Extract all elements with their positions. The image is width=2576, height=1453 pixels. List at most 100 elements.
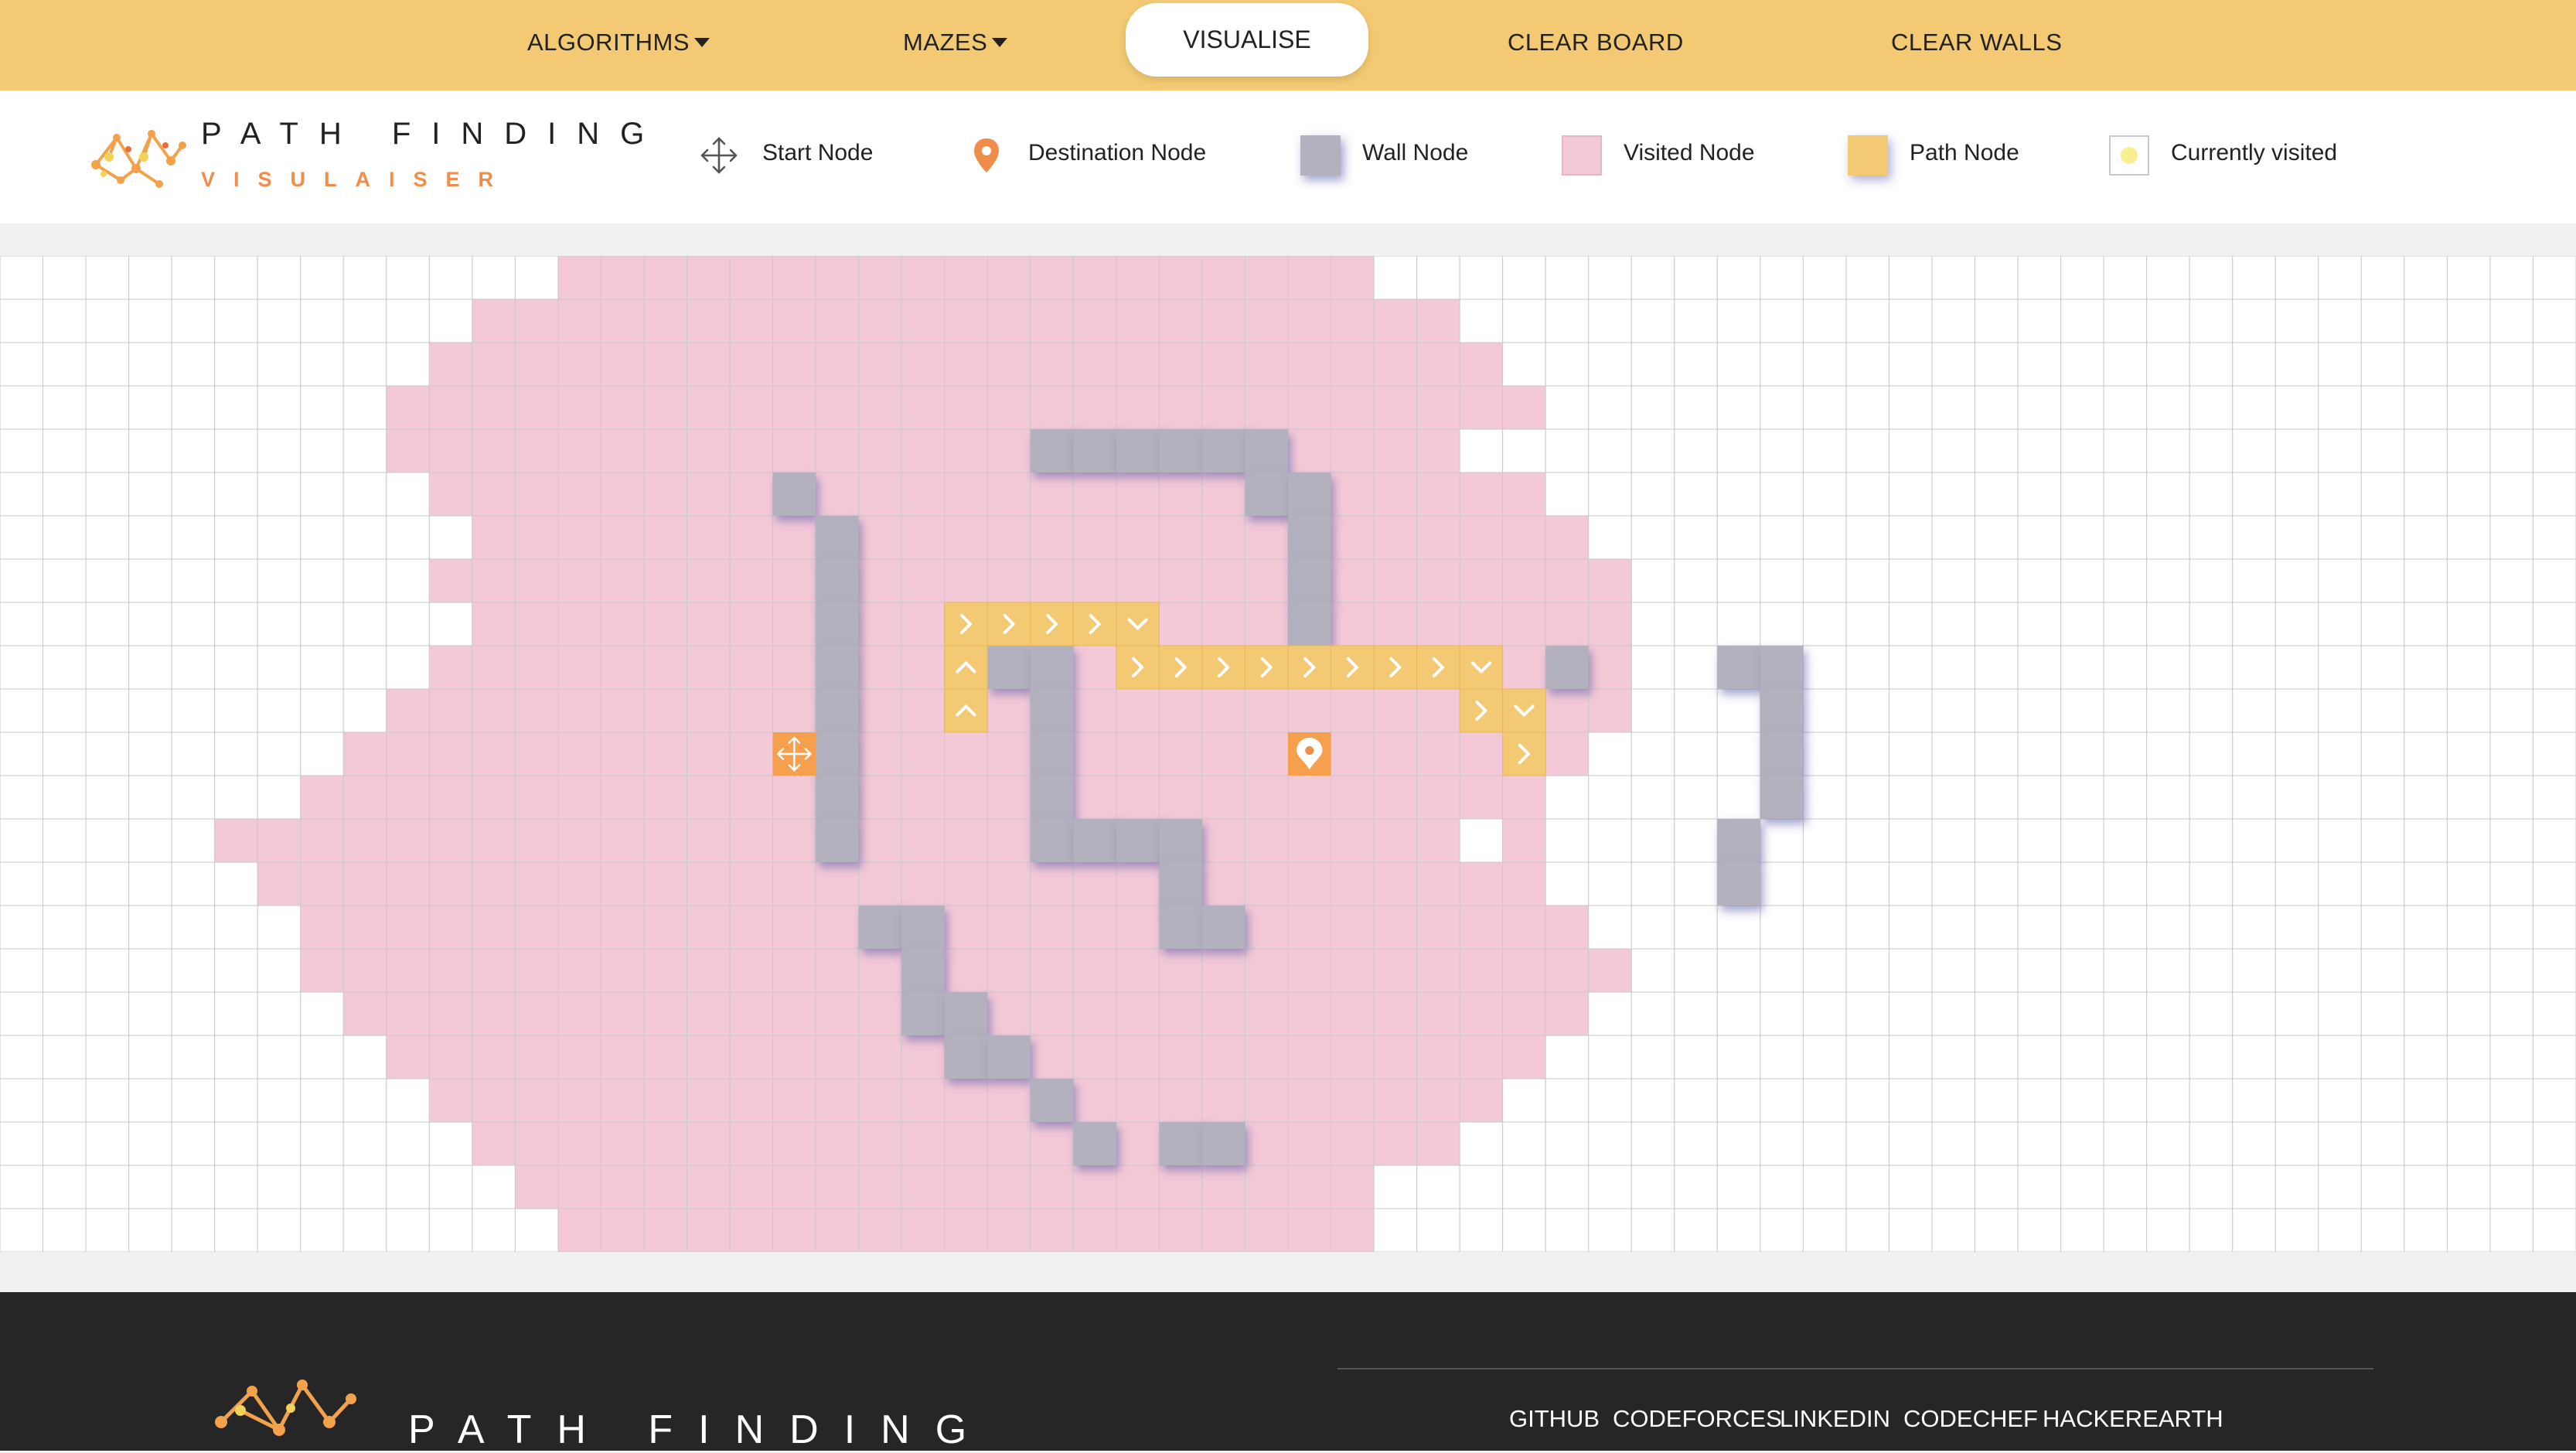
visited-cell[interactable] (944, 861, 988, 906)
path-cell[interactable] (1030, 602, 1074, 646)
visited-cell[interactable] (815, 1035, 860, 1080)
grid-cell[interactable] (1845, 645, 1889, 690)
grid-cell[interactable] (2060, 775, 2104, 820)
visited-cell[interactable] (901, 342, 946, 387)
visited-cell[interactable] (687, 472, 731, 517)
grid-cell[interactable] (1975, 298, 2019, 343)
visited-cell[interactable] (901, 1165, 946, 1209)
grid-cell[interactable] (2318, 1165, 2362, 1209)
grid-cell[interactable] (128, 732, 172, 776)
grid-cell[interactable] (2318, 991, 2362, 1036)
grid-cell[interactable] (2532, 732, 2576, 776)
wall-cell[interactable] (1030, 1079, 1074, 1122)
wall-cell[interactable] (987, 1035, 1031, 1079)
grid-cell[interactable] (2017, 1078, 2062, 1123)
grid-cell[interactable] (257, 472, 302, 517)
grid-cell[interactable] (1716, 256, 1761, 300)
visited-cell[interactable] (858, 688, 902, 733)
visited-cell[interactable] (1201, 1165, 1245, 1209)
visited-cell[interactable] (472, 818, 516, 863)
visited-cell[interactable] (514, 558, 559, 603)
visited-cell[interactable] (600, 385, 645, 430)
visited-cell[interactable] (514, 688, 559, 733)
grid-cell[interactable] (1716, 385, 1761, 430)
visited-cell[interactable] (1116, 472, 1160, 517)
visited-cell[interactable] (257, 861, 302, 906)
grid-cell[interactable] (2232, 342, 2276, 387)
visited-cell[interactable] (643, 1165, 688, 1209)
grid-cell[interactable] (2360, 775, 2405, 820)
grid-cell[interactable] (2103, 1121, 2148, 1166)
visited-cell[interactable] (1545, 515, 1590, 560)
grid-cell[interactable] (2404, 1208, 2448, 1252)
grid-cell[interactable] (1588, 472, 1632, 517)
visited-cell[interactable] (1373, 688, 1418, 733)
grid-cell[interactable] (2103, 558, 2148, 603)
grid-cell[interactable] (171, 1165, 216, 1209)
grid-cell[interactable] (2274, 342, 2319, 387)
grid-cell[interactable] (2532, 428, 2576, 473)
visited-cell[interactable] (1331, 602, 1375, 646)
grid-cell[interactable] (1545, 775, 1590, 820)
grid-cell[interactable] (1502, 1078, 1546, 1123)
visited-cell[interactable] (986, 732, 1031, 776)
visited-cell[interactable] (1072, 1165, 1117, 1209)
visited-cell[interactable] (1502, 948, 1546, 993)
grid-cell[interactable] (1760, 602, 1804, 646)
grid-cell[interactable] (214, 256, 258, 300)
visited-cell[interactable] (1072, 515, 1117, 560)
path-cell[interactable] (944, 645, 988, 690)
grid-cell[interactable] (2318, 818, 2362, 863)
grid-cell[interactable] (1674, 775, 1718, 820)
visited-cell[interactable] (687, 558, 731, 603)
grid-cell[interactable] (1674, 1078, 1718, 1123)
visited-cell[interactable] (300, 775, 344, 820)
grid-cell[interactable] (1802, 1121, 1847, 1166)
grid-cell[interactable] (1845, 342, 1889, 387)
visited-cell[interactable] (600, 948, 645, 993)
grid-cell[interactable] (2318, 472, 2362, 517)
grid-cell[interactable] (43, 1208, 87, 1252)
grid-cell[interactable] (1630, 991, 1675, 1036)
grid-cell[interactable] (1802, 1208, 1847, 1252)
grid-cell[interactable] (2146, 1078, 2190, 1123)
grid-cell[interactable] (2017, 818, 2062, 863)
grid-cell[interactable] (1845, 515, 1889, 560)
visited-cell[interactable] (1158, 558, 1203, 603)
grid-cell[interactable] (2489, 515, 2533, 560)
grid-cell[interactable] (2017, 1208, 2062, 1252)
visited-cell[interactable] (1588, 688, 1632, 733)
grid-cell[interactable] (2146, 472, 2190, 517)
grid-cell[interactable] (1975, 1208, 2019, 1252)
grid-cell[interactable] (1931, 602, 1976, 646)
visited-cell[interactable] (1201, 818, 1245, 863)
visited-cell[interactable] (858, 645, 902, 690)
grid-cell[interactable] (1716, 991, 1761, 1036)
grid-cell[interactable] (2489, 861, 2533, 906)
visited-cell[interactable] (514, 775, 559, 820)
visited-cell[interactable] (944, 256, 988, 300)
visited-cell[interactable] (472, 688, 516, 733)
visited-cell[interactable] (1459, 948, 1504, 993)
grid-cell[interactable] (1845, 861, 1889, 906)
grid-cell[interactable] (342, 1035, 387, 1080)
grid-cell[interactable] (2446, 948, 2491, 993)
visited-cell[interactable] (1416, 602, 1460, 646)
grid-cell[interactable] (1545, 342, 1590, 387)
visited-cell[interactable] (1416, 732, 1460, 776)
visited-cell[interactable] (1287, 775, 1332, 820)
grid-cell[interactable] (2103, 256, 2148, 300)
grid-cell[interactable] (2232, 861, 2276, 906)
grid-cell[interactable] (43, 472, 87, 517)
grid-cell[interactable] (1502, 428, 1546, 473)
grid-cell[interactable] (2318, 645, 2362, 690)
grid-cell[interactable] (2060, 905, 2104, 950)
visited-cell[interactable] (557, 818, 601, 863)
grid-cell[interactable] (171, 688, 216, 733)
wall-cell[interactable] (1760, 732, 1804, 776)
grid-cell[interactable] (2274, 428, 2319, 473)
visited-cell[interactable] (1244, 298, 1289, 343)
grid-cell[interactable] (1760, 385, 1804, 430)
grid-canvas[interactable] (0, 256, 2576, 1252)
grid-cell[interactable] (2060, 1035, 2104, 1080)
